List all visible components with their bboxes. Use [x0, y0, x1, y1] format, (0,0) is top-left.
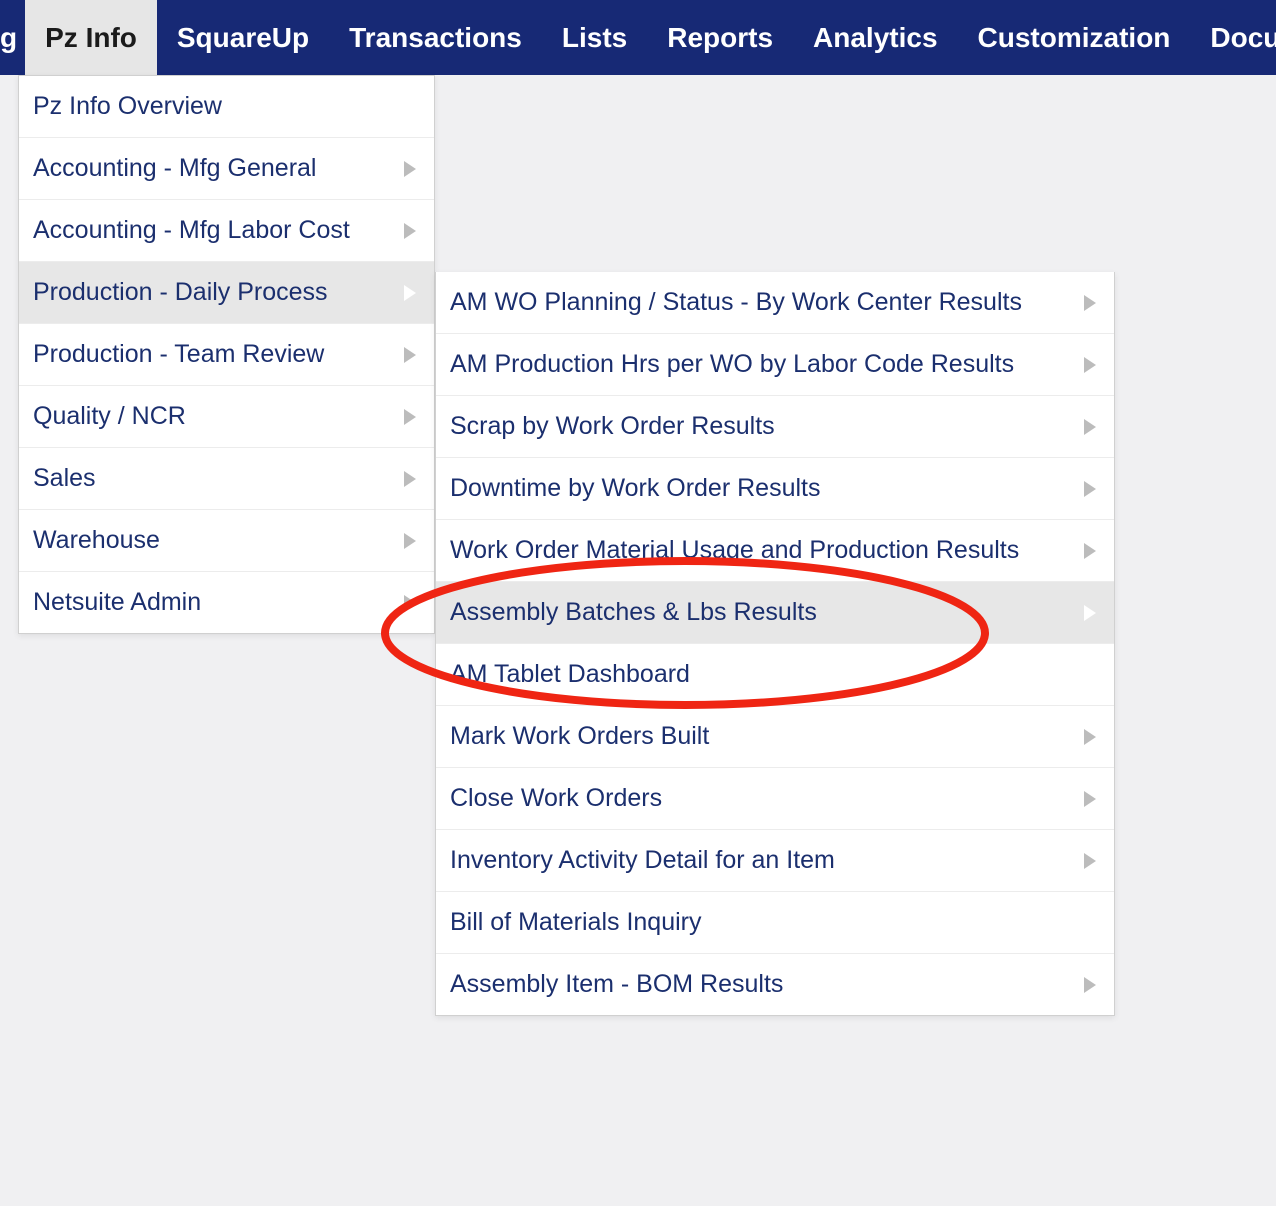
chevron-right-icon: [1084, 419, 1096, 435]
submenu-item[interactable]: Mark Work Orders Built: [436, 705, 1114, 767]
chevron-right-icon: [404, 223, 416, 239]
nav-item-label: Transactions: [349, 22, 522, 54]
menu-item-label: Production - Daily Process: [33, 278, 328, 307]
submenu-item[interactable]: AM Tablet Dashboard: [436, 643, 1114, 705]
menu-item-label: Production - Team Review: [33, 340, 324, 369]
menu-item-label: Sales: [33, 464, 96, 493]
menu-item-production-daily[interactable]: Production - Daily Process: [19, 261, 434, 323]
menu-item-sales[interactable]: Sales: [19, 447, 434, 509]
menu-item-label: Quality / NCR: [33, 402, 186, 431]
nav-item-label: Reports: [667, 22, 773, 54]
nav-item-customization[interactable]: Customization: [958, 0, 1191, 75]
chevron-right-icon: [404, 409, 416, 425]
menu-item-overview[interactable]: Pz Info Overview: [19, 76, 434, 137]
menu-item-label: Accounting - Mfg General: [33, 154, 316, 183]
nav-item-pz-info[interactable]: Pz Info: [25, 0, 157, 75]
menu-item-label: Downtime by Work Order Results: [450, 474, 820, 503]
submenu-item[interactable]: Bill of Materials Inquiry: [436, 891, 1114, 953]
menu-item-label: Warehouse: [33, 526, 160, 555]
nav-item-lists[interactable]: Lists: [542, 0, 647, 75]
menu-item-label: Mark Work Orders Built: [450, 722, 709, 751]
menu-item-label: AM Production Hrs per WO by Labor Code R…: [450, 350, 1014, 379]
chevron-right-icon: [404, 533, 416, 549]
submenu-item[interactable]: Downtime by Work Order Results: [436, 457, 1114, 519]
submenu-item[interactable]: AM WO Planning / Status - By Work Center…: [436, 272, 1114, 333]
chevron-right-icon: [1084, 481, 1096, 497]
chevron-right-icon: [1084, 605, 1096, 621]
menu-item-production-team[interactable]: Production - Team Review: [19, 323, 434, 385]
menu-item-label: Pz Info Overview: [33, 92, 222, 121]
chevron-right-icon: [1084, 543, 1096, 559]
submenu-item-assembly-batches[interactable]: Assembly Batches & Lbs Results: [436, 581, 1114, 643]
chevron-right-icon: [404, 471, 416, 487]
menu-item-label: Work Order Material Usage and Production…: [450, 536, 1019, 565]
menu-item-quality-ncr[interactable]: Quality / NCR: [19, 385, 434, 447]
nav-item-reports[interactable]: Reports: [647, 0, 793, 75]
chevron-right-icon: [404, 347, 416, 363]
nav-item-documents[interactable]: Docume: [1190, 0, 1276, 75]
chevron-right-icon: [1084, 791, 1096, 807]
nav-item-label: Docume: [1210, 22, 1276, 54]
nav-item-analytics[interactable]: Analytics: [793, 0, 958, 75]
chevron-right-icon: [1084, 729, 1096, 745]
nav-item-squareup[interactable]: SquareUp: [157, 0, 329, 75]
chevron-right-icon: [1084, 977, 1096, 993]
submenu-item[interactable]: AM Production Hrs per WO by Labor Code R…: [436, 333, 1114, 395]
menu-item-label: Scrap by Work Order Results: [450, 412, 775, 441]
chevron-right-icon: [404, 595, 416, 611]
menu-item-accounting-labor[interactable]: Accounting - Mfg Labor Cost: [19, 199, 434, 261]
nav-item-transactions[interactable]: Transactions: [329, 0, 542, 75]
chevron-right-icon: [1084, 357, 1096, 373]
menu-item-label: AM Tablet Dashboard: [450, 660, 690, 689]
dropdown-level2: AM WO Planning / Status - By Work Center…: [435, 272, 1115, 1016]
nav-item-label: SquareUp: [177, 22, 309, 54]
menu-item-label: Assembly Batches & Lbs Results: [450, 598, 817, 627]
chevron-right-icon: [1084, 295, 1096, 311]
menu-item-label: Inventory Activity Detail for an Item: [450, 846, 835, 875]
submenu-item[interactable]: Assembly Item - BOM Results: [436, 953, 1114, 1015]
chevron-right-icon: [404, 161, 416, 177]
chevron-right-icon: [1084, 853, 1096, 869]
submenu-item[interactable]: Work Order Material Usage and Production…: [436, 519, 1114, 581]
nav-item-label: Pz Info: [45, 22, 137, 54]
menu-item-warehouse[interactable]: Warehouse: [19, 509, 434, 571]
menu-item-label: Assembly Item - BOM Results: [450, 970, 783, 999]
nav-item-label: Analytics: [813, 22, 938, 54]
nav-item-label: Lists: [562, 22, 627, 54]
menu-item-label: Bill of Materials Inquiry: [450, 908, 701, 937]
dropdown-level1: Pz Info Overview Accounting - Mfg Genera…: [18, 75, 435, 634]
top-navbar: g Pz Info SquareUp Transactions Lists Re…: [0, 0, 1276, 75]
submenu-item[interactable]: Close Work Orders: [436, 767, 1114, 829]
nav-item-label: Customization: [978, 22, 1171, 54]
submenu-item[interactable]: Scrap by Work Order Results: [436, 395, 1114, 457]
menu-item-label: AM WO Planning / Status - By Work Center…: [450, 288, 1022, 317]
submenu-item[interactable]: Inventory Activity Detail for an Item: [436, 829, 1114, 891]
menu-item-label: Close Work Orders: [450, 784, 662, 813]
nav-left-edge-fragment: g: [0, 0, 25, 75]
menu-item-netsuite-admin[interactable]: Netsuite Admin: [19, 571, 434, 633]
chevron-right-icon: [404, 285, 416, 301]
menu-item-label: Netsuite Admin: [33, 588, 201, 617]
menu-item-accounting-general[interactable]: Accounting - Mfg General: [19, 137, 434, 199]
menu-item-label: Accounting - Mfg Labor Cost: [33, 216, 350, 245]
